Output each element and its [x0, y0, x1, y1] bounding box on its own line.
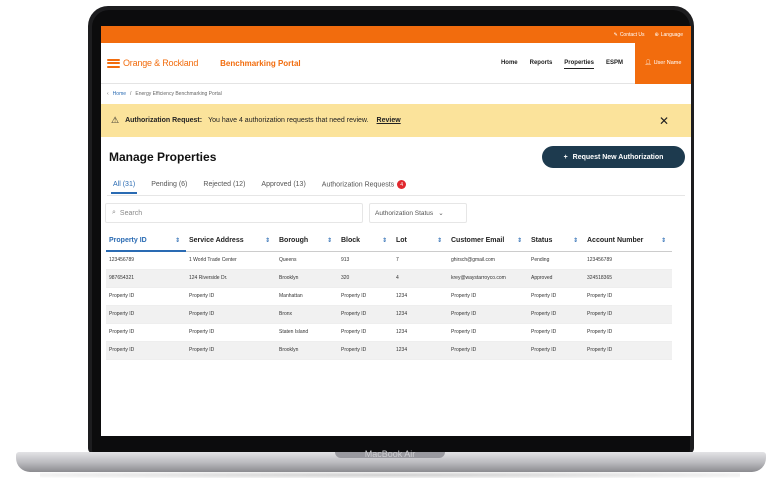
- search-placeholder: Search: [119, 209, 143, 217]
- user-menu-button[interactable]: 👤︎ User Name: [635, 42, 691, 84]
- plus-icon: +: [563, 153, 568, 161]
- device-label: MacBook Air: [364, 449, 416, 459]
- table-row[interactable]: Property ID Property ID Manhattan Property …: [106, 287, 672, 306]
- chevron-left-icon: ‹: [107, 91, 109, 97]
- contact-link[interactable]: ✎ Contact Us: [614, 32, 645, 38]
- user-icon: 👤︎: [644, 60, 652, 66]
- sort-icon: ⇕: [572, 238, 578, 245]
- close-icon[interactable]: ✕: [659, 114, 669, 128]
- request-authorization-button[interactable]: + Request New Authorization: [542, 146, 685, 168]
- tabs-divider: [107, 195, 685, 196]
- sort-icon: ⇕: [516, 238, 522, 245]
- column-header-lot[interactable]: Lot ⇕: [393, 231, 448, 252]
- tab-authorization-requests[interactable]: Authorization Requests 4: [322, 180, 407, 192]
- screen: ✎ Contact Us ⊕ Language Orange & Rockland …: [101, 26, 691, 436]
- page-title: Manage Properties: [109, 150, 217, 164]
- alert-title: Authorization Request:: [125, 117, 203, 124]
- tabs: All (31) Pending (6) Rejected (12) Appro…: [101, 177, 691, 195]
- nav-home[interactable]: Home: [501, 58, 518, 69]
- sort-icon: ⇕: [264, 238, 270, 245]
- globe-icon: ⊕: [654, 31, 659, 38]
- search-input[interactable]: ⌕ Search: [105, 203, 363, 223]
- pencil-icon: ✎: [613, 31, 618, 38]
- column-header-account-number[interactable]: Account Number ⇕: [584, 231, 672, 252]
- authorization-alert: ⚠ Authorization Request: You have 4 auth…: [101, 104, 691, 137]
- filters: ⌕ Search Authorization Status ⌄: [101, 203, 691, 223]
- table-header: Property ID ⇕ Service Address ⇕ Borough ⇕ B…: [106, 231, 672, 252]
- sort-icon: ⇕: [326, 238, 332, 245]
- table-row[interactable]: Property ID Property ID Staten Island Prope…: [106, 323, 672, 342]
- alert-message: You have 4 authorization requests that n…: [208, 117, 369, 124]
- nav-reports[interactable]: Reports: [530, 58, 553, 69]
- logo-icon: [107, 58, 120, 68]
- column-header-borough[interactable]: Borough ⇕: [276, 231, 338, 252]
- nav-properties[interactable]: Properties: [564, 58, 594, 69]
- column-header-customer-email[interactable]: Customer Email ⇕: [448, 231, 528, 252]
- header: Orange & Rockland Benchmarking Portal Ho…: [101, 42, 691, 84]
- sort-icon: ⇕: [174, 238, 180, 244]
- properties-table: Property ID ⇕ Service Address ⇕ Borough ⇕ B…: [106, 231, 672, 360]
- nav-espm[interactable]: ESPM: [606, 58, 623, 69]
- logo-text: Orange & Rockland: [123, 58, 199, 68]
- sort-icon: ⇕: [436, 238, 442, 245]
- column-header-block[interactable]: Block ⇕: [338, 231, 393, 252]
- breadcrumb: ‹ Home / Energy Efficiency Benchmarking …: [101, 84, 691, 104]
- main-nav: Home Reports Properties ESPM: [501, 58, 623, 69]
- table-row[interactable]: 987654321 124 Riverside Dr. Brooklyn 320 4 kr…: [106, 269, 672, 288]
- sort-icon: ⇕: [660, 238, 666, 245]
- utility-bar: ✎ Contact Us ⊕ Language: [101, 26, 691, 43]
- table-row[interactable]: Property ID Property ID Brooklyn Property I…: [106, 341, 672, 360]
- tab-rejected[interactable]: Rejected (12): [203, 181, 245, 191]
- breadcrumb-separator: /: [130, 91, 132, 97]
- review-link[interactable]: Review: [377, 117, 401, 124]
- column-header-service-address[interactable]: Service Address ⇕: [186, 231, 276, 252]
- breadcrumb-home[interactable]: Home: [113, 91, 126, 97]
- search-icon: ⌕: [112, 209, 116, 216]
- tab-pending[interactable]: Pending (6): [151, 181, 187, 191]
- sort-icon: ⇕: [381, 238, 387, 245]
- column-header-property-id[interactable]: Property ID ⇕: [106, 231, 186, 252]
- language-link[interactable]: ⊕ Language: [655, 32, 683, 38]
- warning-icon: ⚠: [111, 115, 120, 125]
- tab-approved[interactable]: Approved (13): [261, 181, 305, 191]
- portal-title: Benchmarking Portal: [220, 58, 301, 68]
- tab-all[interactable]: All (31): [110, 181, 138, 194]
- title-row: Manage Properties + Request New Authoriz…: [101, 137, 691, 177]
- authorization-status-select[interactable]: Authorization Status ⌄: [369, 203, 467, 223]
- column-header-status[interactable]: Status ⇕: [528, 231, 584, 252]
- breadcrumb-current: Energy Efficiency Benchmarking Portal: [135, 91, 222, 97]
- table-row[interactable]: Property ID Property ID Bronx Property ID 12…: [106, 305, 672, 324]
- chevron-down-icon: ⌄: [438, 210, 444, 217]
- table-row[interactable]: 123456789 1 World Trade Center Queens 913 7 g…: [106, 251, 672, 270]
- laptop-shadow: [40, 472, 740, 478]
- count-badge: 4: [397, 180, 407, 189]
- logo[interactable]: Orange & Rockland: [107, 58, 198, 68]
